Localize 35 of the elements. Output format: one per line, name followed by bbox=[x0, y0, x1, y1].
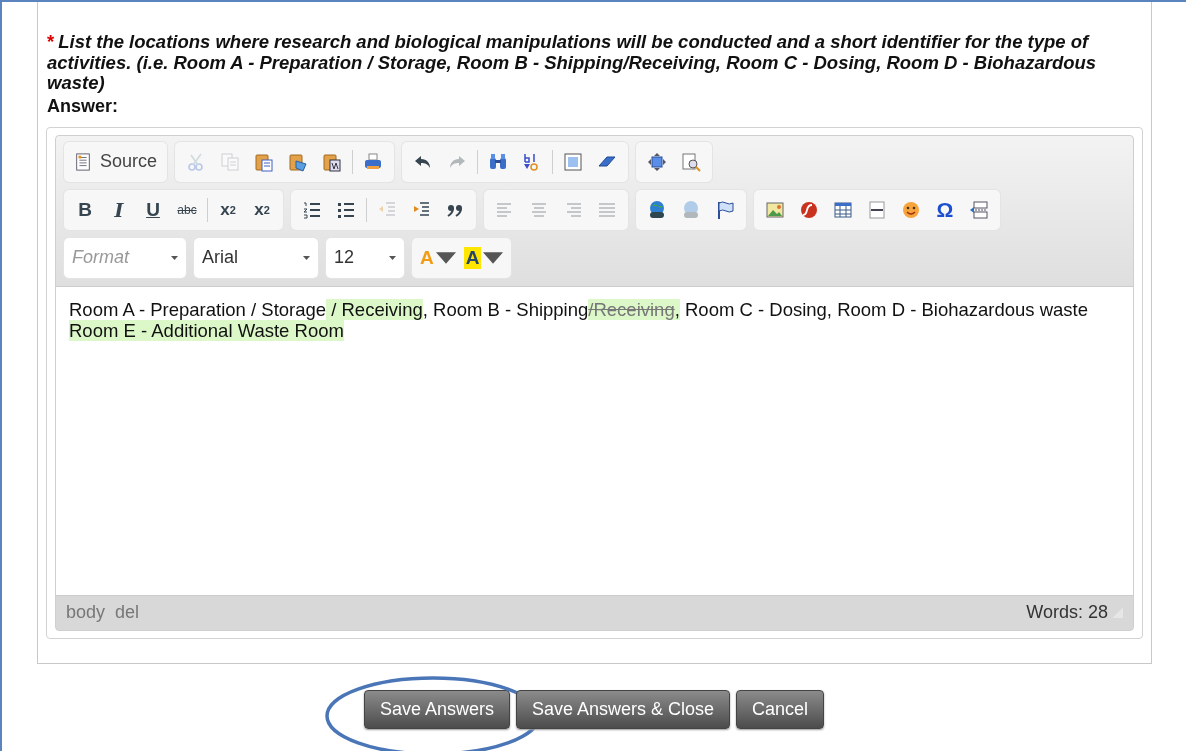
image-icon[interactable] bbox=[765, 199, 785, 220]
smiley-icon[interactable] bbox=[901, 199, 921, 220]
answer-label: Answer: bbox=[47, 95, 119, 117]
flash-icon[interactable] bbox=[799, 199, 819, 220]
font-dropdown[interactable]: Arial bbox=[194, 237, 318, 278]
omega-button[interactable]: Ω bbox=[928, 193, 962, 226]
maximize-icon[interactable] bbox=[647, 151, 668, 172]
printer-icon[interactable] bbox=[363, 151, 384, 172]
caret-icon bbox=[389, 255, 396, 260]
editor-text-line: Room A - Preparation / Storage / Receiving, Room B - Shipping/Receiving, Room C - Dosing, Room D - Biohazardous waste bbox=[69, 298, 1090, 320]
italic-button[interactable]: I bbox=[102, 193, 136, 226]
size-dropdown[interactable]: 12 bbox=[326, 237, 404, 278]
table-icon[interactable] bbox=[833, 199, 853, 220]
caret-icon bbox=[171, 255, 178, 260]
flag-icon[interactable] bbox=[715, 199, 735, 220]
word-count: Words: 28 bbox=[1026, 601, 1108, 623]
text-editor-area[interactable]: Room A - Preparation / Storage / Receiving, Room B - Shipping/Receiving, Room C - Dosing, Room D - Biohazardous waste Room E - Additional Waste Room bbox=[56, 285, 1133, 596]
binoculars-icon[interactable] bbox=[488, 151, 509, 172]
caret-icon bbox=[303, 255, 310, 260]
clipboard-icon[interactable] bbox=[254, 151, 275, 172]
clipboard-icon[interactable] bbox=[322, 151, 343, 172]
save-and-close-button[interactable]: Save Answers & Close bbox=[515, 689, 731, 729]
preview-icon[interactable] bbox=[681, 151, 702, 172]
cancel-button[interactable]: Cancel bbox=[736, 689, 825, 729]
strikethrough-button[interactable]: abc bbox=[170, 193, 204, 226]
question-text: * List the locations where research and biological manipulations will be conducted and a short identifier for the type of activities. (i.e. Room A - Preparation / Storage, Room B - Shipping/Receiving, Room C - Dosing, Room D - Biohazardous waste) bbox=[47, 32, 1098, 94]
document-icon bbox=[74, 151, 92, 172]
clipboard-icon[interactable] bbox=[288, 151, 309, 172]
bold-button[interactable]: B bbox=[68, 193, 102, 226]
save-button[interactable]: Save Answers bbox=[363, 689, 510, 729]
background-color-button[interactable]: A bbox=[459, 241, 508, 274]
numbered-list-icon[interactable] bbox=[302, 199, 322, 220]
source-button[interactable]: Source bbox=[68, 145, 164, 178]
page-break-icon[interactable] bbox=[969, 199, 989, 220]
underline-button[interactable]: U bbox=[136, 193, 170, 226]
